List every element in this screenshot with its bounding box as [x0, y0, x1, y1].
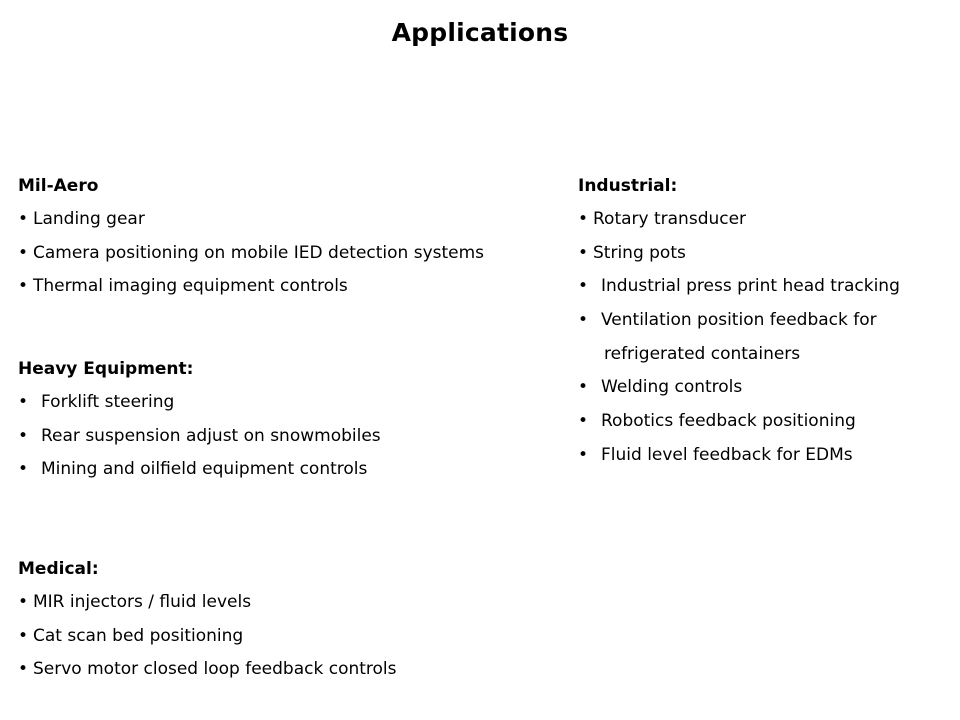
list-item-text: Camera positioning on mobile IED detecti… [33, 242, 485, 263]
list-item-text: Cat scan bed positioning [33, 625, 244, 646]
bullet-icon: • [18, 276, 29, 297]
bullet-list: • Landing gear • Camera positioning on m… [18, 208, 484, 297]
list-item-text: refrigerated containers [604, 343, 801, 364]
bullet-icon: • [18, 209, 29, 229]
list-item-text: Mining and oilfield equipment controls [41, 459, 368, 480]
list-item-continuation: refrigerated containers [578, 343, 900, 365]
list-item-text: Rotary transducer [593, 209, 747, 229]
list-item: • Forklift steering [18, 391, 381, 413]
list-item: • Thermal imaging equipment controls [18, 275, 484, 297]
bullet-icon: • [18, 242, 29, 263]
list-item: • Servo motor closed loop feedback contr… [18, 658, 397, 680]
bullet-list: • Forklift steering • Rear suspension ad… [18, 391, 381, 480]
bullet-icon: • [18, 392, 29, 412]
bullet-icon: • [18, 625, 29, 646]
list-item: • Robotics feedback positioning [578, 410, 900, 432]
list-item-text: Servo motor closed loop feedback control… [33, 659, 397, 680]
list-item: • Cat scan bed positioning [18, 625, 397, 647]
list-item: • Camera positioning on mobile IED detec… [18, 242, 484, 264]
bullet-icon: • [18, 425, 29, 446]
bullet-list: • Rotary transducer • String pots • Indu… [578, 208, 900, 466]
section-mil-aero: Mil-Aero • Landing gear • Camera positio… [18, 175, 484, 309]
list-item: • String pots [578, 242, 900, 264]
list-item-text: Fluid level feedback for EDMs [601, 444, 853, 465]
list-item: • Fluid level feedback for EDMs [578, 444, 900, 466]
bullet-list: • MIR injectors / fluid levels • Cat sca… [18, 591, 397, 680]
bullet-icon: • [578, 276, 589, 297]
list-item: • Industrial press print head tracking [578, 275, 900, 297]
list-item-text: Thermal imaging equipment controls [33, 276, 348, 297]
list-item: • Ventilation position feedback for [578, 309, 900, 331]
bullet-icon: • [18, 592, 29, 612]
bullet-icon: • [578, 411, 589, 432]
list-item: • MIR injectors / fluid levels [18, 591, 397, 613]
list-item: • Rear suspension adjust on snowmobiles [18, 425, 381, 447]
list-item-text: Forklift steering [41, 392, 175, 412]
list-item-text: Welding controls [601, 377, 743, 398]
bullet-icon: • [18, 459, 29, 480]
bullet-icon: • [578, 310, 589, 331]
list-item: • Mining and oilfield equipment controls [18, 458, 381, 480]
section-medical: Medical: • MIR injectors / fluid levels … [18, 558, 397, 692]
section-heading: Mil-Aero [18, 176, 99, 196]
list-item: • Landing gear [18, 208, 484, 230]
section-heading: Industrial: [578, 176, 678, 196]
list-item-text: Rear suspension adjust on snowmobiles [41, 425, 381, 446]
section-heading: Heavy Equipment: [18, 359, 194, 379]
bullet-icon: • [578, 377, 589, 398]
section-heading: Medical: [18, 559, 99, 579]
bullet-icon: • [578, 209, 589, 229]
bullet-icon: • [18, 659, 29, 680]
list-item: • Welding controls [578, 376, 900, 398]
list-item-text: MIR injectors / fluid levels [33, 592, 252, 612]
slide-title: Applications [391, 18, 569, 47]
list-item-text: Ventilation position feedback for [601, 310, 877, 331]
section-heavy-equipment: Heavy Equipment: • Forklift steering • R… [18, 358, 381, 492]
list-item-text: Robotics feedback positioning [601, 411, 856, 432]
section-industrial: Industrial: • Rotary transducer • String… [578, 175, 900, 478]
list-item-text: Landing gear [33, 209, 145, 229]
bullet-icon: • [578, 242, 589, 263]
bullet-icon: • [578, 444, 589, 465]
list-item: • Rotary transducer [578, 208, 900, 230]
list-item-text: Industrial press print head tracking [601, 276, 900, 297]
list-item-text: String pots [593, 242, 686, 263]
